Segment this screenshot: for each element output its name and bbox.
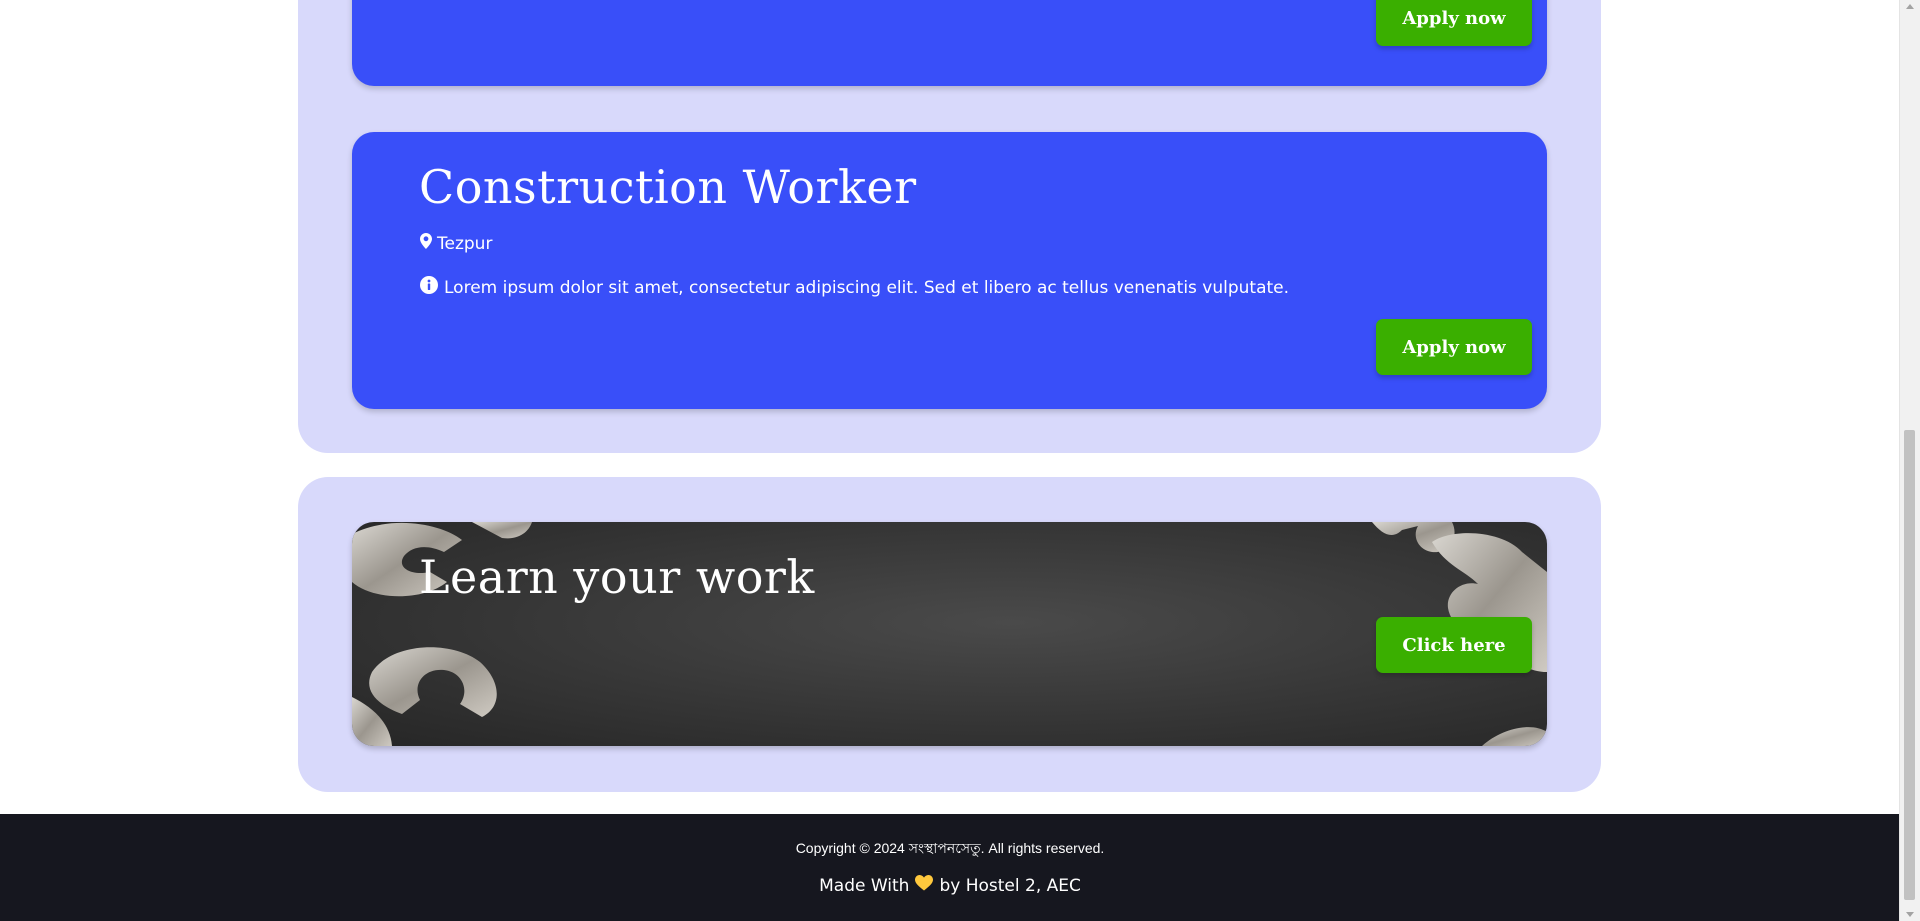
info-circle-icon (420, 276, 438, 299)
job-title: Construction Worker (419, 160, 917, 214)
scrollbar-thumb[interactable] (1904, 430, 1915, 900)
heart-icon (915, 875, 934, 896)
job-card-previous: Apply now (352, 0, 1547, 86)
learn-title: Learn your work (419, 550, 815, 604)
map-marker-icon (420, 233, 432, 254)
job-location: Tezpur (420, 233, 492, 254)
made-with-prefix: Made With (819, 875, 910, 896)
learn-section: Learn your work Click here (298, 477, 1601, 792)
scroll-up-arrow-icon[interactable] (1906, 4, 1914, 9)
apply-now-button[interactable]: Apply now (1376, 319, 1532, 375)
made-with-suffix: by Hostel 2, AEC (939, 875, 1081, 896)
click-here-button[interactable]: Click here (1376, 617, 1532, 673)
learn-your-work-banner: Learn your work Click here (352, 522, 1547, 746)
jobs-section: Apply now Construction Worker Tezpur Lor… (298, 0, 1601, 453)
job-description-text: Lorem ipsum dolor sit amet, consectetur … (444, 277, 1290, 298)
made-with-line: Made With by Hostel 2, AEC (0, 875, 1900, 896)
copyright-text: Copyright © 2024 সংস্থাপনসেতু. All right… (795, 840, 1105, 856)
job-card-construction-worker: Construction Worker Tezpur Lorem ipsum d… (352, 132, 1547, 409)
job-location-text: Tezpur (437, 233, 493, 254)
apply-now-button[interactable]: Apply now (1376, 0, 1532, 46)
vertical-scrollbar[interactable] (1899, 0, 1920, 921)
footer: Copyright © 2024 সংস্থাপনসেতু. All right… (0, 814, 1900, 921)
scroll-down-arrow-icon[interactable] (1906, 912, 1914, 917)
job-description: Lorem ipsum dolor sit amet, consectetur … (420, 276, 1289, 299)
